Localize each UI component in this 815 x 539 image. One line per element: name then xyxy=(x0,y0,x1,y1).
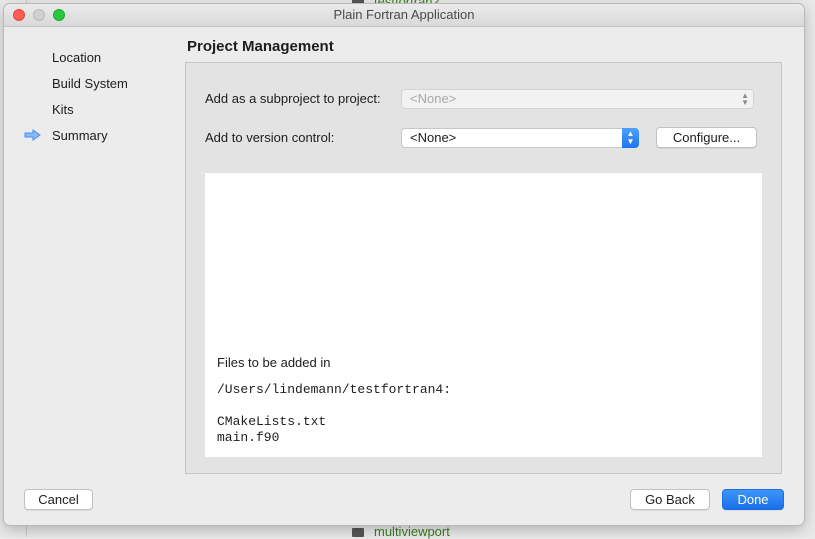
version-control-select-value: <None> xyxy=(410,130,457,145)
configure-button[interactable]: Configure... xyxy=(656,127,757,148)
step-build-system: Build System xyxy=(52,76,128,91)
page-title: Project Management xyxy=(187,38,334,55)
window-title: Plain Fortran Application xyxy=(333,7,475,22)
cancel-button[interactable]: Cancel xyxy=(24,489,93,510)
subproject-select: <None> ▲ ▼ xyxy=(401,89,754,109)
folder-icon xyxy=(352,528,364,537)
chevron-up-down-icon[interactable]: ▲ ▼ xyxy=(622,128,639,148)
close-window-icon[interactable] xyxy=(13,9,25,21)
step-kits: Kits xyxy=(52,102,74,117)
project-management-panel: Add as a subproject to project: <None> ▲… xyxy=(185,62,782,474)
files-path: /Users/lindemann/testfortran4: xyxy=(217,382,452,397)
step-summary: Summary xyxy=(52,128,108,143)
step-location: Location xyxy=(52,50,102,65)
version-control-label: Add to version control: xyxy=(205,130,335,145)
file-item: main.f90 xyxy=(217,430,280,445)
title-bar[interactable]: Plain Fortran Application xyxy=(4,4,804,27)
done-button[interactable]: Done xyxy=(722,489,784,510)
go-back-button[interactable]: Go Back xyxy=(630,489,710,510)
current-step-arrow-icon xyxy=(24,129,41,141)
wizard-dialog: Plain Fortran Application Location Build… xyxy=(4,4,804,525)
files-summary: Files to be added in /Users/lindemann/te… xyxy=(205,173,762,457)
file-item: CMakeLists.txt xyxy=(217,414,327,429)
files-heading: Files to be added in xyxy=(217,355,331,370)
subproject-select-value: <None> xyxy=(410,91,457,106)
subproject-label: Add as a subproject to project: xyxy=(205,91,381,106)
zoom-window-icon[interactable] xyxy=(53,9,65,21)
chevron-up-down-icon: ▲ ▼ xyxy=(741,91,749,107)
minimize-window-icon[interactable] xyxy=(33,9,45,21)
version-control-select[interactable]: <None> ▲ ▼ xyxy=(401,128,639,148)
